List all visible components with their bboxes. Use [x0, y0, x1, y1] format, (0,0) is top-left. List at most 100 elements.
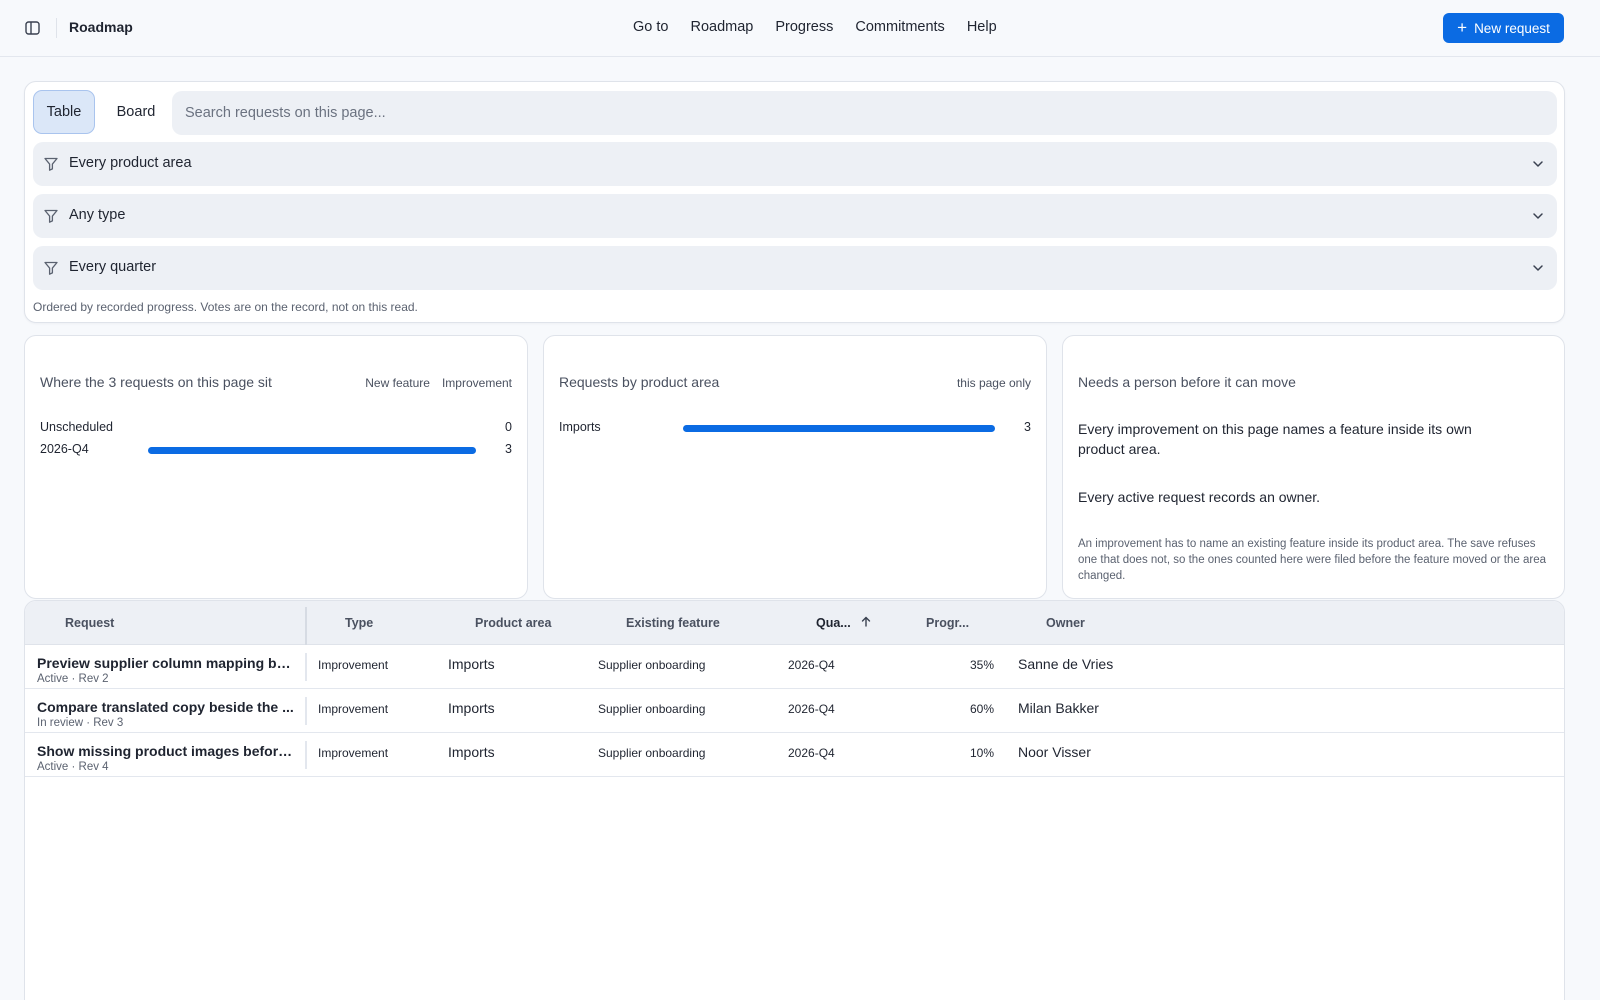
nav-help[interactable]: Help [967, 19, 997, 35]
request-owner: Milan Bakker [1018, 700, 1099, 716]
area-bar-label: Imports [559, 420, 601, 434]
chevron-down-icon [1533, 213, 1543, 219]
page-title: Roadmap [69, 19, 133, 35]
quarter-bar-row: Unscheduled 0 [40, 420, 512, 436]
header-divider [56, 18, 57, 38]
plus-icon: + [1457, 17, 1468, 37]
needs-line: Every active request records an owner. [1078, 489, 1321, 505]
area-card-title: Requests by product area [559, 374, 720, 390]
request-area: Imports [448, 744, 495, 760]
nav-commitments[interactable]: Commitments [855, 19, 944, 35]
request-area: Imports [448, 656, 495, 672]
filter-funnel-icon [44, 261, 58, 275]
quarter-bar-value: 0 [505, 420, 512, 434]
nav-roadmap[interactable]: Roadmap [690, 19, 753, 35]
table-row[interactable]: Preview supplier column mapping be... Ac… [25, 645, 1564, 689]
area-card-legend: this page only [957, 376, 1031, 390]
quarter-bar-fill [148, 447, 476, 454]
quarter-bar-label: 2026-Q4 [40, 442, 89, 456]
top-nav: Go to Roadmap Progress Commitments Help [633, 19, 997, 35]
view-board-button[interactable]: Board [99, 90, 173, 134]
request-feature: Supplier onboarding [598, 702, 706, 716]
request-progress: 60% [969, 702, 994, 716]
request-quarter: 2026-Q4 [788, 746, 835, 760]
column-header-progress[interactable]: Progr... [926, 616, 969, 630]
request-status: Active · Rev 2 [37, 673, 109, 685]
needs-person-card: Needs a person before it can move Every … [1062, 335, 1565, 599]
quarter-distribution-card: Where the 3 requests on this page sit Ne… [24, 335, 528, 599]
legend-new-feature: New feature [365, 376, 430, 390]
request-feature: Supplier onboarding [598, 746, 706, 760]
column-divider [305, 607, 307, 645]
filter-funnel-icon [44, 209, 58, 223]
request-progress: 35% [969, 658, 994, 672]
quarter-bar-row: 2026-Q4 3 [40, 442, 512, 458]
request-title: Preview supplier column mapping be... [37, 655, 295, 671]
product-area-card: Requests by product area this page only … [543, 335, 1047, 599]
area-bar-row: Imports 3 [559, 420, 1031, 436]
request-progress: 10% [969, 746, 994, 760]
request-type: Improvement [318, 702, 389, 716]
column-header-existing-feature[interactable]: Existing feature [626, 616, 720, 630]
request-title: Compare translated copy beside the ... [37, 699, 294, 715]
filter-panel: Table Board Every product area Any type … [24, 81, 1565, 323]
request-feature: Supplier onboarding [598, 658, 706, 672]
new-request-button[interactable]: + New request [1443, 13, 1564, 43]
chevron-down-icon [1533, 265, 1543, 271]
column-divider [305, 741, 307, 769]
chevron-down-icon [1533, 161, 1543, 167]
new-request-label: New request [1474, 20, 1550, 36]
column-divider [305, 653, 307, 681]
area-card-scope: this page only [956, 376, 1031, 390]
request-quarter: 2026-Q4 [788, 702, 835, 716]
needs-card-title: Needs a person before it can move [1078, 374, 1296, 390]
area-bar-fill [683, 425, 995, 432]
type-filter-label: Any type [69, 207, 126, 223]
needs-line: Every improvement on this page names a f… [1078, 421, 1472, 457]
table-row[interactable]: Compare translated copy beside the ... I… [25, 689, 1564, 733]
request-title: Show missing product images before... [37, 743, 295, 759]
quarter-bar-value: 3 [505, 442, 512, 456]
requests-table: Request Type Product area Existing featu… [24, 600, 1565, 1000]
column-header-quarter-label: Qua... [816, 616, 851, 630]
top-bar: Roadmap Go to Roadmap Progress Commitmen… [0, 0, 1600, 57]
quarter-card-title: Where the 3 requests on this page sit [40, 374, 272, 390]
view-toggle: Table Board [33, 90, 173, 134]
column-divider [305, 697, 307, 725]
area-bar-value: 3 [1024, 420, 1031, 434]
table-header: Request Type Product area Existing featu… [25, 601, 1564, 645]
needs-note: An improvement has to name an existing f… [1078, 538, 1546, 582]
type-filter[interactable]: Any type [33, 194, 1557, 238]
request-owner: Noor Visser [1018, 744, 1091, 760]
request-type: Improvement [318, 746, 389, 760]
request-quarter: 2026-Q4 [788, 658, 835, 672]
quarter-bar-label: Unscheduled [40, 420, 113, 434]
filter-funnel-icon [44, 157, 58, 171]
view-table-button[interactable]: Table [33, 90, 95, 134]
quarter-filter[interactable]: Every quarter [33, 246, 1557, 290]
column-header-type[interactable]: Type [345, 616, 373, 630]
sidebar-toggle-icon[interactable] [24, 20, 40, 36]
ordering-note: Ordered by recorded progress. Votes are … [33, 300, 418, 314]
quarter-bar-track [148, 425, 476, 432]
quarter-bar-track [148, 447, 476, 454]
column-header-product-area[interactable]: Product area [475, 616, 551, 630]
column-header-request[interactable]: Request [65, 616, 114, 630]
table-row[interactable]: Show missing product images before... Ac… [25, 733, 1564, 777]
sort-up-arrow-icon [861, 616, 871, 630]
request-owner: Sanne de Vries [1018, 656, 1114, 672]
legend-improvement: Improvement [441, 376, 512, 390]
area-bar-track [683, 425, 995, 432]
quarter-filter-label: Every quarter [69, 259, 157, 275]
request-status: Active · Rev 4 [37, 761, 109, 773]
search-input[interactable] [172, 91, 1557, 135]
quarter-card-legend: New feature Improvement [365, 376, 512, 390]
column-header-owner[interactable]: Owner [1046, 616, 1085, 630]
request-type: Improvement [318, 658, 389, 672]
product-area-filter-label: Every product area [69, 155, 192, 171]
request-status: In review · Rev 3 [37, 717, 124, 729]
nav-go-to[interactable]: Go to [633, 19, 668, 35]
nav-progress[interactable]: Progress [775, 19, 833, 35]
column-header-quarter[interactable]: Qua... [816, 616, 871, 630]
product-area-filter[interactable]: Every product area [33, 142, 1557, 186]
